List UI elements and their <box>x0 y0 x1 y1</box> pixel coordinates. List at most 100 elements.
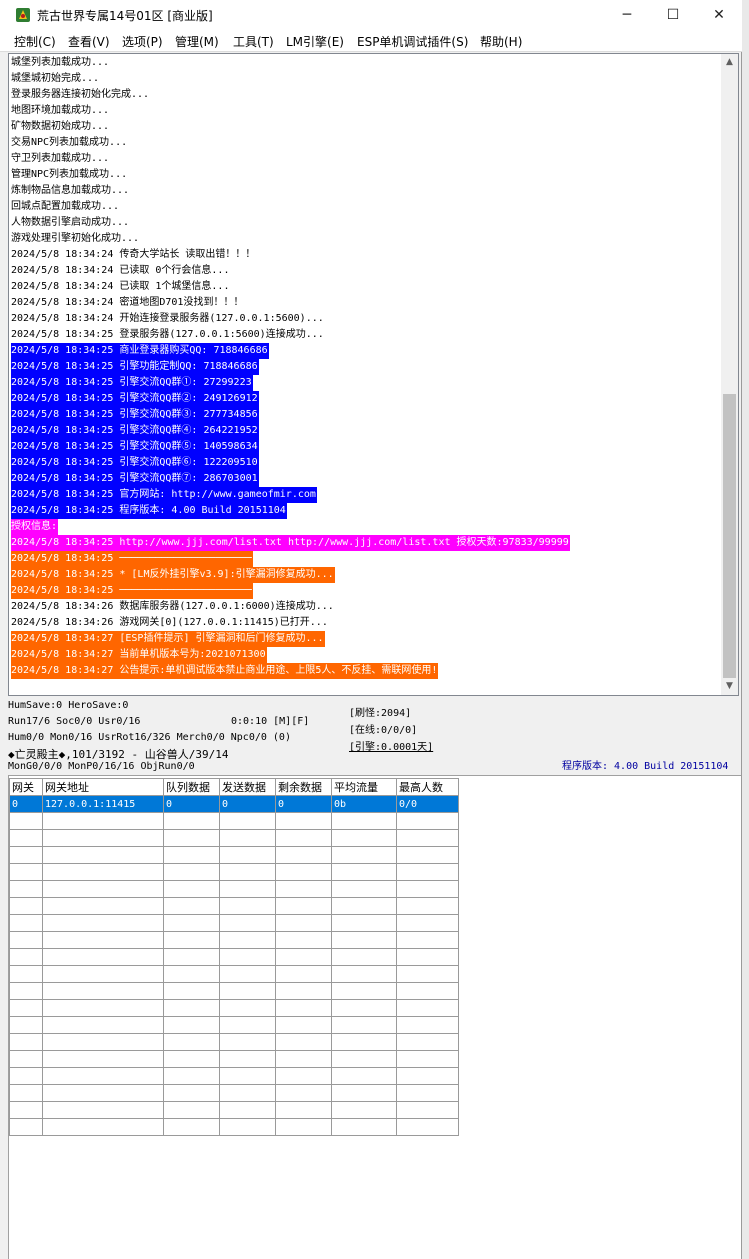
empty-cell <box>163 999 220 1017</box>
maximize-button[interactable]: ☐ <box>650 0 696 30</box>
empty-row <box>9 1084 459 1102</box>
empty-cell <box>9 948 43 966</box>
empty-row <box>9 897 459 915</box>
empty-cell <box>331 897 397 915</box>
empty-cell <box>163 897 220 915</box>
log-line-text: 守卫列表加载成功... <box>11 153 110 164</box>
col-send-data[interactable]: 发送数据 <box>219 778 276 796</box>
empty-cell <box>9 1101 43 1119</box>
empty-cell <box>275 914 332 932</box>
table-cell: 0b <box>331 795 397 813</box>
empty-cell <box>9 880 43 898</box>
empty-cell <box>42 914 164 932</box>
log-line-text: 2024/5/8 18:34:27 [ESP插件提示] 引擎漏洞和后门修复成功.… <box>11 631 325 647</box>
empty-cell <box>396 1033 459 1051</box>
empty-cell <box>42 1084 164 1102</box>
empty-cell <box>275 829 332 847</box>
menu-esp-plugin[interactable]: ESP单机调试插件(S) <box>357 33 468 50</box>
empty-cell <box>163 863 220 881</box>
status-boss: ◆亡灵殿主◆,101/3192 - 山谷兽人/39/14 <box>8 748 229 761</box>
log-line: 地图环境加载成功... <box>11 103 570 119</box>
scroll-up-icon[interactable]: ▲ <box>721 54 738 71</box>
empty-row <box>9 812 459 830</box>
empty-cell <box>163 948 220 966</box>
col-gateway[interactable]: 网关 <box>9 778 43 796</box>
table-row[interactable]: 0 127.0.0.1:11415 0 0 0 0b 0/0 <box>9 795 459 813</box>
log-line-text: 授权信息: <box>11 519 59 535</box>
empty-cell <box>396 948 459 966</box>
empty-row <box>9 863 459 881</box>
window-title: 荒古世界专属14号01区 [商业版] <box>37 9 213 23</box>
close-button[interactable]: ✕ <box>696 0 742 30</box>
empty-cell <box>275 846 332 864</box>
menu-help[interactable]: 帮助(H) <box>480 33 522 50</box>
empty-cell <box>396 880 459 898</box>
empty-cell <box>219 999 276 1017</box>
log-line: 守卫列表加载成功... <box>11 151 570 167</box>
log-scrollbar[interactable]: ▲ ▼ <box>721 54 738 695</box>
empty-cell <box>219 1101 276 1119</box>
empty-cell <box>9 812 43 830</box>
menu-lm-engine[interactable]: LM引擎(E) <box>286 33 344 50</box>
empty-cell <box>163 982 220 1000</box>
empty-cell <box>9 965 43 983</box>
log-line: 2024/5/8 18:34:25 ────────────────────── <box>11 583 570 599</box>
log-line-text: 登录服务器连接初始化完成... <box>11 89 150 100</box>
empty-cell <box>331 1084 397 1102</box>
menu-options[interactable]: 选项(P) <box>122 33 163 50</box>
log-panel[interactable]: 城堡列表加载成功... 城堡城初始完成... 登录服务器连接初始化完成... 地图环境… <box>8 53 739 696</box>
empty-cell <box>42 829 164 847</box>
col-max-users[interactable]: 最高人数 <box>396 778 459 796</box>
empty-row <box>9 914 459 932</box>
scroll-thumb[interactable] <box>723 394 736 678</box>
col-queue-data[interactable]: 队列数据 <box>163 778 220 796</box>
menu-manage[interactable]: 管理(M) <box>175 33 219 50</box>
empty-cell <box>331 1067 397 1085</box>
empty-cell <box>42 982 164 1000</box>
empty-cell <box>331 1016 397 1034</box>
empty-cell <box>9 914 43 932</box>
minimize-button[interactable]: ─ <box>604 0 650 30</box>
app-window: 荒古世界专属14号01区 [商业版] ─ ☐ ✕ 控制(C) 查看(V) 选项(… <box>0 0 742 1259</box>
empty-cell <box>396 1016 459 1034</box>
table-cell: 0 <box>9 795 43 813</box>
log-line-text: 炼制物品信息加载成功... <box>11 185 130 196</box>
log-line-text: 城堡列表加载成功... <box>11 57 110 68</box>
empty-cell <box>163 880 220 898</box>
empty-cell <box>396 999 459 1017</box>
col-remaining-data[interactable]: 剩余数据 <box>275 778 332 796</box>
status-engine-link[interactable]: [引擎:0.0001天] <box>349 738 433 753</box>
menu-view[interactable]: 查看(V) <box>68 33 110 50</box>
empty-cell <box>219 1067 276 1085</box>
empty-cell <box>42 1033 164 1051</box>
empty-cell <box>331 863 397 881</box>
empty-cell <box>42 1101 164 1119</box>
empty-cell <box>42 965 164 983</box>
empty-cell <box>9 846 43 864</box>
empty-cell <box>396 812 459 830</box>
empty-cell <box>331 982 397 1000</box>
col-gateway-address[interactable]: 网关地址 <box>42 778 164 796</box>
empty-cell <box>9 1118 43 1136</box>
log-line: 2024/5/8 18:34:25 http://www.jjj.com/lis… <box>11 535 570 551</box>
gateway-grid[interactable]: 网关 网关地址 队列数据 发送数据 剩余数据 平均流量 最高人数 0 127.0.… <box>8 775 741 1259</box>
gateway-header-row: 网关 网关地址 队列数据 发送数据 剩余数据 平均流量 最高人数 <box>9 778 459 796</box>
log-line: 游戏处理引擎初始化成功... <box>11 231 570 247</box>
empty-cell <box>331 965 397 983</box>
empty-cell <box>331 931 397 949</box>
scroll-down-icon[interactable]: ▼ <box>721 678 738 695</box>
empty-cell <box>9 1016 43 1034</box>
empty-cell <box>42 897 164 915</box>
col-avg-traffic[interactable]: 平均流量 <box>331 778 397 796</box>
menu-control[interactable]: 控制(C) <box>14 33 56 50</box>
log-line-text: 城堡城初始完成... <box>11 73 100 84</box>
empty-cell <box>275 1050 332 1068</box>
empty-cell <box>163 914 220 932</box>
log-line-text: 2024/5/8 18:34:25 程序版本: 4.00 Build 20151… <box>11 503 287 519</box>
empty-row <box>9 1033 459 1051</box>
empty-cell <box>275 1101 332 1119</box>
menu-tools[interactable]: 工具(T) <box>233 33 274 50</box>
log-line: 2024/5/8 18:34:25 登录服务器(127.0.0.1:5600)连… <box>11 327 570 343</box>
status-timer: 0:0:10 [M][F] <box>231 716 310 727</box>
empty-cell <box>396 1050 459 1068</box>
